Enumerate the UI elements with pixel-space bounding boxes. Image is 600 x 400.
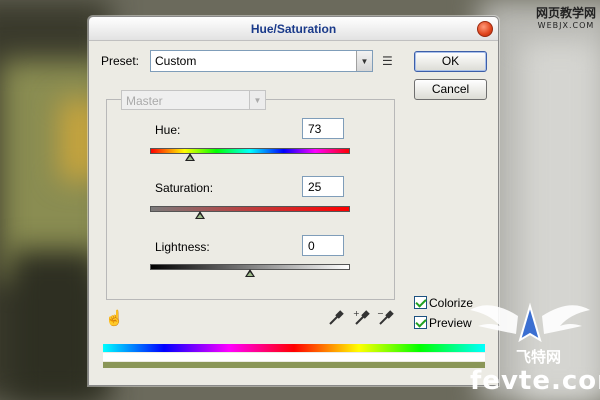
ok-button[interactable]: OK <box>414 51 487 72</box>
preset-select[interactable]: Custom ▼ <box>150 50 373 72</box>
svg-text:+: + <box>353 309 360 318</box>
output-color-bar <box>103 362 485 368</box>
eyedropper-minus-icon[interactable]: − <box>377 309 395 327</box>
cancel-button[interactable]: Cancel <box>414 79 487 100</box>
saturation-input[interactable]: 25 <box>302 176 344 197</box>
eyedropper-plus-icon[interactable]: + <box>353 309 371 327</box>
svg-text:−: − <box>377 309 384 318</box>
saturation-slider-thumb[interactable] <box>195 211 205 219</box>
close-icon[interactable] <box>477 21 493 37</box>
eyedropper-icon[interactable] <box>327 309 345 327</box>
lightness-input[interactable]: 0 <box>302 235 344 256</box>
channel-select[interactable]: Master ▼ <box>121 90 266 110</box>
title-bar[interactable]: Hue/Saturation <box>89 17 498 41</box>
saturation-label: Saturation: <box>155 181 214 195</box>
dialog-title: Hue/Saturation <box>250 22 337 36</box>
logo-cn-text: 飞特网 <box>516 348 562 366</box>
lightness-label: Lightness: <box>155 240 210 254</box>
watermark-top-en: WEBJX.COM <box>537 21 595 30</box>
chevron-down-icon: ▼ <box>356 51 372 71</box>
hue-label: Hue: <box>155 123 181 137</box>
lightness-slider-thumb[interactable] <box>245 269 255 277</box>
logo-en-text: fevte.com <box>470 366 600 396</box>
fevte-logo: 飞特网 fevte.com <box>460 296 600 400</box>
input-spectrum-bar <box>103 344 485 352</box>
hue-input[interactable]: 73 <box>302 118 344 139</box>
preset-value: Custom <box>155 54 197 68</box>
preview-checkbox[interactable] <box>414 316 427 329</box>
hue-saturation-dialog: Hue/Saturation Preset: Custom ▼ ☰ OK Can… <box>88 16 499 386</box>
watermark-top-cn: 网页教学网 <box>535 6 596 20</box>
chevron-down-icon: ▼ <box>249 91 265 109</box>
channel-value: Master <box>126 94 163 108</box>
hand-icon[interactable]: ☝ <box>105 309 124 327</box>
hue-slider-track[interactable] <box>150 148 350 154</box>
preset-options-icon[interactable]: ☰ <box>382 54 396 68</box>
range-bar <box>103 353 485 361</box>
hue-slider-thumb[interactable] <box>185 153 195 161</box>
colorize-checkbox[interactable] <box>414 296 427 309</box>
watermark-top: 网页教学网 WEBJX.COM <box>536 4 596 30</box>
preset-label: Preset: <box>101 54 140 68</box>
saturation-slider-track[interactable] <box>150 206 350 212</box>
